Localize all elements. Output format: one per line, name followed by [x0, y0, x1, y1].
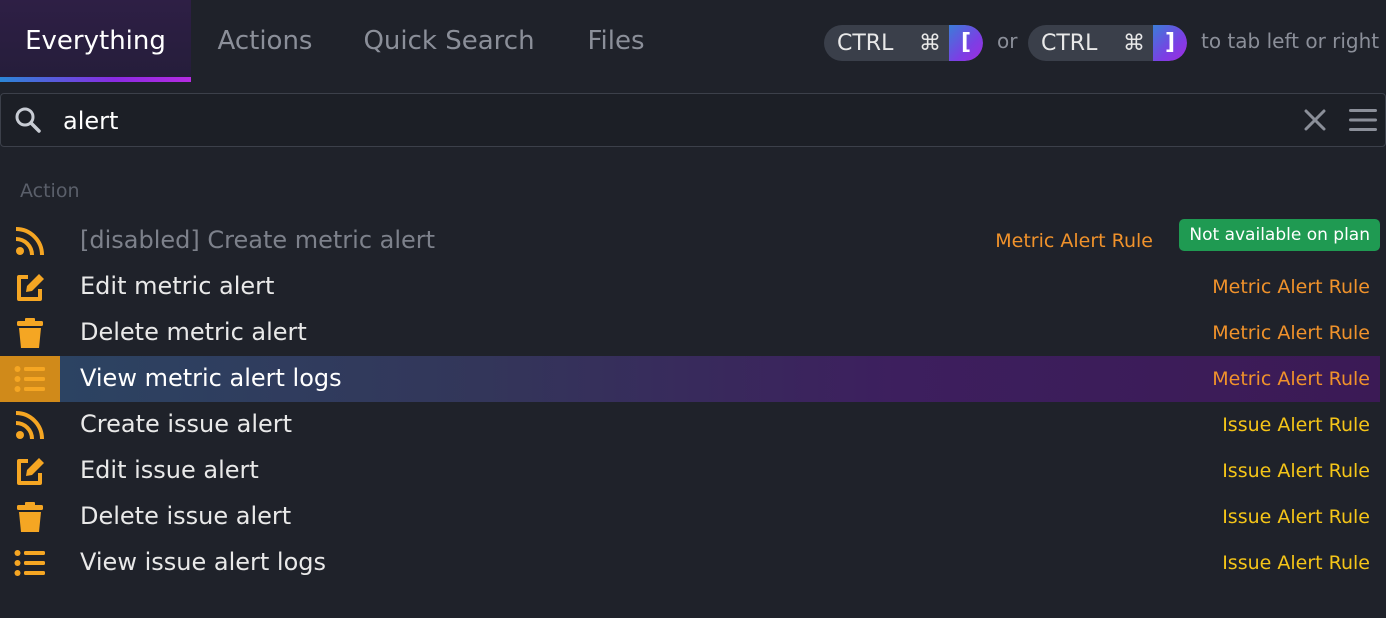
- rss-icon: [0, 218, 60, 264]
- list-item-label: View issue alert logs: [80, 548, 326, 576]
- clear-icon[interactable]: [1303, 108, 1327, 136]
- list-item[interactable]: Edit issue alert Issue Alert Rule: [0, 448, 1380, 494]
- tab-right-shortcut: CTRL ⌘ ]: [1028, 25, 1187, 61]
- command-icon: ⌘: [919, 30, 941, 56]
- list-item[interactable]: Delete issue alert Issue Alert Rule: [0, 494, 1380, 540]
- list-item[interactable]: [disabled] Create metric alert Metric Al…: [0, 218, 1380, 264]
- right-bracket-key: ]: [1153, 25, 1187, 61]
- list-item-label: Delete issue alert: [80, 502, 292, 530]
- list-icon: [0, 540, 60, 586]
- command-icon: ⌘: [1123, 30, 1145, 56]
- list-item-category: Metric Alert Rule: [1212, 276, 1370, 298]
- edit-icon: [0, 264, 60, 310]
- ctrl-key: CTRL: [837, 30, 894, 56]
- list-item-category: Metric Alert Rule: [1212, 322, 1370, 344]
- search-icon: [14, 106, 42, 138]
- list-icon: [0, 356, 60, 402]
- edit-icon: [0, 448, 60, 494]
- trash-icon: [0, 494, 60, 540]
- list-item[interactable]: Delete metric alert Metric Alert Rule: [0, 310, 1380, 356]
- trash-icon: [0, 310, 60, 356]
- section-label-action: Action: [20, 180, 80, 202]
- tab-files[interactable]: Files: [559, 0, 673, 82]
- list-item-category: Issue Alert Rule: [1222, 506, 1370, 528]
- list-item-label: View metric alert logs: [80, 364, 342, 392]
- list-item-label: Edit issue alert: [80, 456, 259, 484]
- list-item-category: Metric Alert Rule: [995, 230, 1153, 252]
- list-item-label: [disabled] Create metric alert: [80, 226, 436, 254]
- hint-or-text: or: [997, 29, 1018, 53]
- menu-icon[interactable]: [1347, 106, 1379, 138]
- search-bar: [0, 93, 1386, 147]
- list-item-label: Create issue alert: [80, 410, 293, 438]
- ctrl-key: CTRL: [1041, 30, 1098, 56]
- list-item[interactable]: Edit metric alert Metric Alert Rule: [0, 264, 1380, 310]
- list-item-label: Edit metric alert: [80, 272, 275, 300]
- list-item-category: Issue Alert Rule: [1222, 414, 1370, 436]
- tab-actions[interactable]: Actions: [191, 0, 339, 82]
- left-bracket-key: [: [949, 25, 983, 61]
- list-item-category: Metric Alert Rule: [1212, 368, 1370, 390]
- tab-everything[interactable]: Everything: [0, 0, 191, 82]
- list-item-category: Issue Alert Rule: [1222, 552, 1370, 574]
- hint-suffix-text: to tab left or right: [1201, 29, 1380, 53]
- list-item[interactable]: View issue alert logs Issue Alert Rule: [0, 540, 1380, 586]
- list-item-category: Issue Alert Rule: [1222, 460, 1370, 482]
- list-item[interactable]: Create issue alert Issue Alert Rule: [0, 402, 1380, 448]
- tab-quick-search[interactable]: Quick Search: [339, 0, 559, 82]
- plan-badge: Not available on plan: [1179, 219, 1380, 251]
- rss-icon: [0, 402, 60, 448]
- list-item-selected[interactable]: View metric alert logs Metric Alert Rule: [0, 356, 1380, 402]
- tab-bar: Everything Actions Quick Search Files CT…: [0, 0, 1386, 84]
- list-item-label: Delete metric alert: [80, 318, 307, 346]
- tab-left-shortcut: CTRL ⌘ [: [824, 25, 983, 61]
- search-input[interactable]: [61, 102, 1265, 140]
